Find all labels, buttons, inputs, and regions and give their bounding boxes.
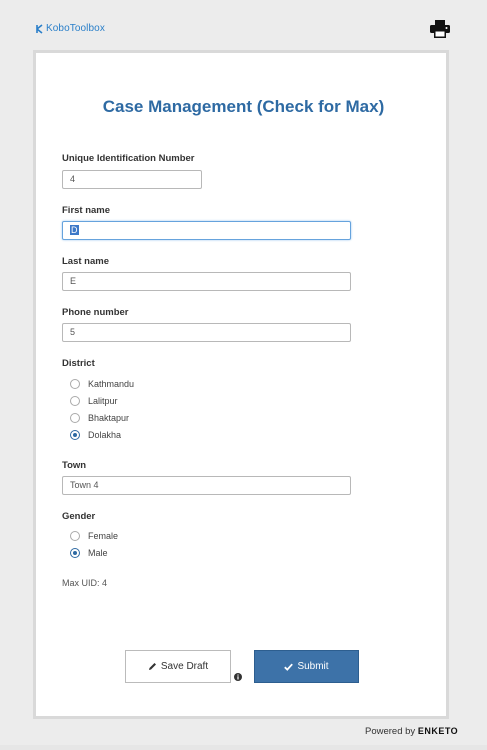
- district-option-kathmandu[interactable]: Kathmandu: [70, 379, 134, 389]
- district-option-dolakha[interactable]: Dolakha: [70, 430, 121, 440]
- district-label: District: [62, 358, 95, 369]
- top-bar: KoboToolbox: [0, 0, 487, 50]
- logo-text: KoboToolbox: [46, 23, 105, 34]
- radio-button[interactable]: [70, 413, 80, 423]
- save-draft-button[interactable]: Save Draft: [125, 650, 231, 683]
- radio-label: Female: [88, 531, 119, 541]
- first-name-label: First name: [62, 205, 111, 216]
- uid-label: Unique Identification Number: [62, 153, 195, 164]
- printer-icon[interactable]: [430, 20, 450, 38]
- radio-button-checked[interactable]: [70, 430, 80, 440]
- gender-option-female[interactable]: Female: [70, 531, 118, 541]
- phone-number-label: Phone number: [62, 307, 129, 318]
- form-title: Case Management (Check for Max): [102, 97, 385, 116]
- uid-input[interactable]: 4: [62, 170, 202, 189]
- first-name-value: D: [70, 225, 79, 235]
- district-option-lalitpur[interactable]: Lalitpur: [70, 396, 118, 406]
- kobo-logo-icon: [36, 23, 43, 34]
- radio-label: Kathmandu: [88, 379, 135, 389]
- gender-option-male[interactable]: Male: [70, 548, 108, 558]
- pencil-icon: [148, 663, 156, 670]
- save-draft-label: Save Draft: [160, 661, 209, 672]
- district-option-bhaktapur[interactable]: Bhaktapur: [70, 413, 129, 423]
- radio-button-checked[interactable]: [70, 548, 80, 558]
- radio-button[interactable]: [70, 531, 80, 541]
- powered-by-text: Powered by: [365, 726, 416, 737]
- enketo-logo: ENKETO: [417, 726, 459, 736]
- last-name-label: Last name: [62, 256, 109, 267]
- radio-button[interactable]: [70, 396, 80, 406]
- submit-button[interactable]: Submit: [254, 650, 359, 683]
- last-name-input[interactable]: E: [62, 272, 351, 291]
- town-input[interactable]: Town 4: [62, 476, 351, 495]
- powered-by-enketo[interactable]: Powered by ENKETO: [365, 726, 458, 737]
- first-name-input[interactable]: D: [62, 221, 351, 240]
- radio-label: Dolakha: [88, 430, 122, 440]
- max-uid-note: Max UID: 4: [62, 578, 108, 588]
- kobotoolbox-logo[interactable]: KoboToolbox: [36, 23, 105, 34]
- radio-label: Male: [88, 548, 108, 558]
- radio-label: Lalitpur: [88, 396, 118, 406]
- checkmark-icon: [284, 663, 294, 671]
- radio-label: Bhaktapur: [88, 413, 130, 423]
- submit-label: Submit: [297, 661, 329, 672]
- radio-button[interactable]: [70, 379, 80, 389]
- town-label: Town: [62, 460, 87, 471]
- phone-number-input[interactable]: 5: [62, 323, 351, 342]
- bottom-divider: [0, 745, 487, 750]
- gender-label: Gender: [62, 511, 96, 522]
- info-icon[interactable]: [234, 673, 242, 681]
